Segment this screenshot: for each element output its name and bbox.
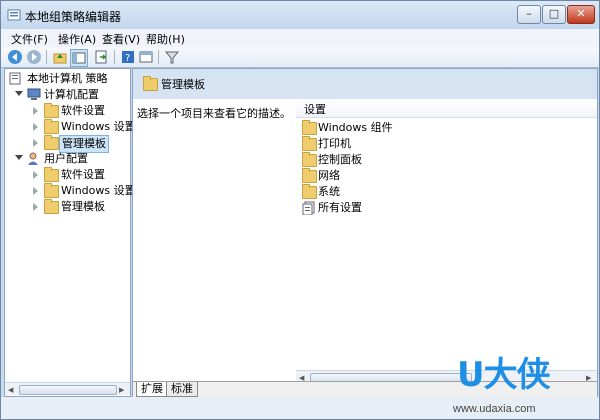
maximize-button[interactable]: □ bbox=[542, 5, 566, 24]
user-icon bbox=[28, 152, 38, 165]
title-bar[interactable]: 本地组策略编辑器 – □ ✕ bbox=[1, 1, 599, 29]
tree-item-user-config[interactable]: 用户配置 bbox=[9, 151, 129, 167]
list-item-label: 所有设置 bbox=[318, 201, 362, 214]
window-title: 本地组策略编辑器 bbox=[25, 10, 122, 24]
tab-extended[interactable]: 扩展 bbox=[136, 382, 168, 397]
folder-icon bbox=[302, 136, 317, 151]
policy-icon bbox=[9, 72, 21, 85]
tree-item-computer-windows[interactable]: Windows 设置 bbox=[9, 119, 136, 135]
tree-item-computer-software[interactable]: 软件设置 bbox=[9, 103, 129, 119]
collapse-arrow-icon[interactable] bbox=[33, 107, 38, 115]
tree-horizontal-scrollbar[interactable]: ◀ ▶ bbox=[5, 382, 130, 395]
tree-pane: 本地计算机 策略 计算机配置 软件设置 Windows 设置 管理模板 用户配置… bbox=[4, 68, 136, 397]
folder-icon bbox=[143, 76, 158, 91]
toolbar-separator bbox=[46, 50, 47, 64]
menu-bar: 文件(F) 操作(A) 查看(V) 帮助(H) bbox=[1, 29, 599, 47]
expand-arrow-icon[interactable] bbox=[15, 155, 23, 160]
policy-editor-icon bbox=[7, 9, 21, 21]
menu-file[interactable]: 文件(F) bbox=[11, 31, 48, 47]
folder-icon bbox=[44, 183, 59, 198]
tree-item-computer-admin-templates[interactable]: 管理模板 bbox=[9, 135, 129, 153]
folder-icon bbox=[44, 119, 59, 134]
watermark: U大侠 www.udaxia.com bbox=[453, 347, 593, 417]
tree-item-computer-config[interactable]: 计算机配置 bbox=[9, 87, 129, 103]
tree-root-label: 本地计算机 策略 bbox=[27, 72, 108, 85]
collapse-arrow-icon[interactable] bbox=[33, 203, 38, 211]
list-item-label: 网络 bbox=[318, 169, 340, 182]
list-item-label: 系统 bbox=[318, 185, 340, 198]
tree-item-label: 软件设置 bbox=[61, 168, 105, 181]
list-item-label: Windows 组件 bbox=[318, 121, 393, 134]
up-folder-icon[interactable] bbox=[52, 49, 68, 65]
app-window: 本地组策略编辑器 – □ ✕ 文件(F) 操作(A) 查看(V) 帮助(H) ? bbox=[0, 0, 600, 420]
column-header-label: 设置 bbox=[304, 103, 326, 116]
collapse-arrow-icon[interactable] bbox=[33, 123, 38, 131]
help-icon[interactable]: ? bbox=[120, 49, 136, 65]
all-settings-icon bbox=[302, 201, 315, 215]
menu-view[interactable]: 查看(V) bbox=[102, 31, 140, 47]
folder-icon bbox=[44, 135, 59, 150]
watermark-logo: U大侠 bbox=[457, 355, 551, 395]
watermark-url: www.udaxia.com bbox=[453, 403, 536, 415]
folder-icon bbox=[44, 199, 59, 214]
tab-standard[interactable]: 标准 bbox=[166, 382, 198, 397]
folder-icon bbox=[302, 152, 317, 167]
expand-arrow-icon[interactable] bbox=[15, 91, 23, 96]
toolbar-separator bbox=[114, 50, 115, 64]
close-button[interactable]: ✕ bbox=[567, 5, 595, 24]
tree-item-user-admin-templates[interactable]: 管理模板 bbox=[9, 199, 129, 215]
collapse-arrow-icon[interactable] bbox=[33, 187, 38, 195]
description-text: 选择一个项目来查看它的描述。 bbox=[137, 107, 291, 120]
details-header-title: 管理模板 bbox=[161, 78, 205, 91]
folder-icon bbox=[302, 184, 317, 199]
minimize-button[interactable]: – bbox=[517, 5, 541, 24]
tree-item-label: 用户配置 bbox=[44, 152, 88, 165]
folder-icon bbox=[44, 167, 59, 182]
list-item-label: 打印机 bbox=[318, 137, 351, 150]
svg-text:?: ? bbox=[125, 53, 130, 64]
scroll-left-icon[interactable]: ◀ bbox=[8, 386, 13, 394]
toolbar: ? bbox=[1, 47, 599, 68]
tree-item-label: Windows 设置 bbox=[61, 184, 136, 197]
tree-item-user-software[interactable]: 软件设置 bbox=[9, 167, 129, 183]
properties-icon[interactable] bbox=[138, 49, 154, 65]
tree-root[interactable]: 本地计算机 策略 bbox=[9, 71, 129, 87]
tree-item-label: 软件设置 bbox=[61, 104, 105, 117]
tree-item-label: 管理模板 bbox=[61, 200, 105, 213]
tree-item-user-windows[interactable]: Windows 设置 bbox=[9, 183, 136, 199]
tree-item-label: Windows 设置 bbox=[61, 120, 136, 133]
back-icon[interactable] bbox=[7, 49, 23, 65]
folder-icon bbox=[44, 103, 59, 118]
details-header: 管理模板 bbox=[133, 69, 597, 99]
menu-help[interactable]: 帮助(H) bbox=[146, 31, 185, 47]
collapse-arrow-icon[interactable] bbox=[33, 139, 38, 147]
filter-icon[interactable] bbox=[164, 49, 180, 65]
show-hide-tree-icon[interactable] bbox=[70, 49, 88, 67]
folder-icon bbox=[302, 120, 317, 135]
toolbar-separator bbox=[158, 50, 159, 64]
list-item-label: 控制面板 bbox=[318, 153, 362, 166]
forward-icon[interactable] bbox=[26, 49, 42, 65]
scroll-right-icon[interactable]: ▶ bbox=[119, 386, 124, 394]
collapse-arrow-icon[interactable] bbox=[33, 171, 38, 179]
export-list-icon[interactable] bbox=[93, 49, 109, 65]
column-header-setting[interactable]: 设置 bbox=[296, 99, 597, 118]
scrollbar-thumb[interactable] bbox=[19, 385, 117, 395]
computer-icon bbox=[27, 88, 41, 100]
folder-icon bbox=[302, 168, 317, 183]
menu-action[interactable]: 操作(A) bbox=[58, 31, 96, 47]
tree-item-label: 计算机配置 bbox=[44, 88, 99, 101]
